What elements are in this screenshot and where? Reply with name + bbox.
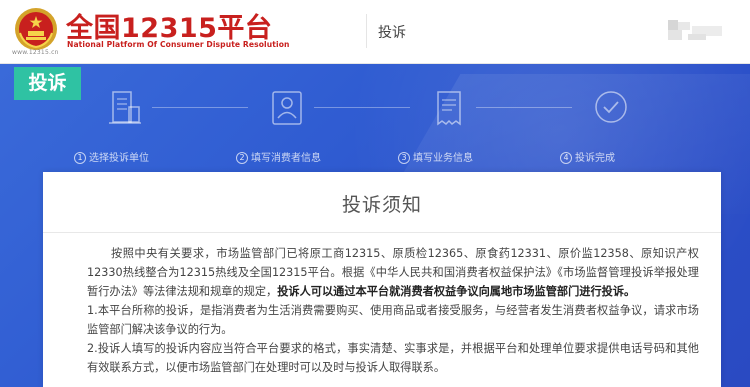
step-number: 4 <box>560 152 572 164</box>
step-select-unit: 1 选择投诉单位 <box>74 89 170 169</box>
step-label: 投诉完成 <box>575 153 615 164</box>
notice-title: 投诉须知 <box>341 194 422 216</box>
step-label: 填写消费者信息 <box>251 153 321 164</box>
progress-steps: 1 选择投诉单位 2 填写消费者信息 3 填写业务信息 4 投诉完成 <box>74 89 640 169</box>
step-number: 3 <box>398 152 410 164</box>
building-document-icon <box>109 91 141 124</box>
receipt-icon <box>437 91 461 126</box>
step-complete: 4 投诉完成 <box>560 89 656 169</box>
notice-divider <box>43 232 721 233</box>
step-number: 2 <box>236 152 248 164</box>
intro-emphasis: 投诉人可以通过本平台就消费者权益争议向属地市场监管部门进行投诉。 <box>277 285 636 298</box>
check-circle-icon <box>595 91 627 123</box>
complaint-tag: 投诉 <box>14 67 81 100</box>
step-consumer-info: 2 填写消费者信息 <box>236 89 332 169</box>
national-emblem-icon[interactable] <box>14 7 58 51</box>
user-profile-icon <box>272 91 302 125</box>
user-account-area[interactable] <box>668 20 726 42</box>
notice-paragraph-2: 2.投诉人填写的投诉内容应当符合平台要求的格式，事实清楚、实事求是，并根据平台和… <box>87 342 699 374</box>
step-number: 1 <box>74 152 86 164</box>
step-label: 选择投诉单位 <box>89 153 149 164</box>
notice-paragraph-1: 1.本平台所称的投诉，是指消费者为生活消费需要购买、使用商品或者接受服务，与经营… <box>87 304 699 336</box>
step-label: 填写业务信息 <box>413 153 473 164</box>
nav-complaint[interactable]: 投诉 <box>378 22 406 42</box>
notice-paragraph-intro: 按照中央有关要求，市场监管部门已将原工商12315、原质检12365、原食药12… <box>87 244 699 301</box>
step-business-info: 3 填写业务信息 <box>398 89 494 169</box>
complaint-notice-card: 投诉须知 按照中央有关要求，市场监管部门已将原工商12315、原质检12365、… <box>43 172 721 387</box>
site-header: www.12315.cn 全国12315平台 National Platform… <box>0 0 750 64</box>
logo-subtitle: National Platform Of Consumer Dispute Re… <box>67 40 290 49</box>
header-divider <box>366 14 367 48</box>
emblem-site-url: www.12315.cn <box>12 49 59 56</box>
